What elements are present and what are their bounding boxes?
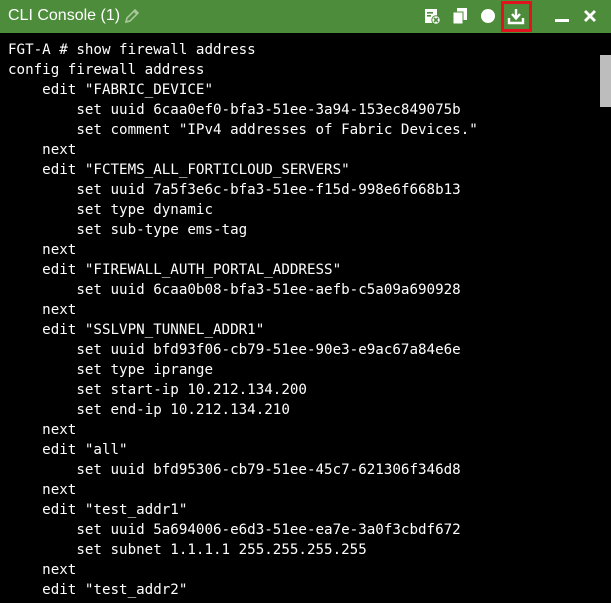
console-line: set end-ip 10.212.134.210 bbox=[8, 402, 290, 418]
console-line: next bbox=[8, 482, 77, 498]
minimize-icon[interactable] bbox=[553, 7, 571, 25]
clear-console-icon[interactable] bbox=[423, 7, 441, 25]
console-line: set uuid 6caa0b08-bfa3-51ee-aefb-c5a09a6… bbox=[8, 282, 461, 298]
console-lines: FGT-A # show firewall address config fire… bbox=[8, 40, 478, 600]
console-line: set uuid 6caa0ef0-bfa3-51ee-3a94-153ec84… bbox=[8, 102, 461, 118]
console-line: set uuid bfd93f06-cb79-51ee-90e3-e9ac67a… bbox=[8, 342, 461, 358]
console-line: edit "test_addr2" bbox=[8, 582, 188, 598]
console-line: set comment "IPv4 addresses of Fabric De… bbox=[8, 122, 478, 138]
console-line: next bbox=[8, 422, 77, 438]
console-line: set uuid 7a5f3e6c-bfa3-51ee-f15d-998e6f6… bbox=[8, 182, 461, 198]
console-line: edit "SSLVPN_TUNNEL_ADDR1" bbox=[8, 322, 265, 338]
console-line: edit "test_addr1" bbox=[8, 502, 188, 518]
edit-pencil-icon[interactable] bbox=[123, 7, 141, 25]
console-line: set sub-type ems-tag bbox=[8, 222, 248, 238]
close-icon[interactable] bbox=[581, 7, 599, 25]
console-output[interactable]: FGT-A # show firewall address config fire… bbox=[0, 33, 611, 603]
console-line: next bbox=[8, 142, 77, 158]
console-line: set start-ip 10.212.134.200 bbox=[8, 382, 307, 398]
scrollbar[interactable] bbox=[599, 33, 611, 603]
circle-icon[interactable] bbox=[479, 7, 497, 25]
console-line: set uuid bfd95306-cb79-51ee-45c7-621306f… bbox=[8, 462, 461, 478]
console-line: FGT-A # show firewall address bbox=[8, 42, 256, 58]
console-line: config firewall address bbox=[8, 62, 205, 78]
scrollbar-thumb[interactable] bbox=[600, 55, 611, 107]
console-line: edit "FCTEMS_ALL_FORTICLOUD_SERVERS" bbox=[8, 162, 350, 178]
cli-console-window: CLI Console (1) FGT-A # show firewall ad… bbox=[0, 0, 611, 603]
console-line: edit "all" bbox=[8, 442, 128, 458]
copy-icon[interactable] bbox=[451, 7, 469, 25]
console-line: set type iprange bbox=[8, 362, 213, 378]
window-title: CLI Console (1) bbox=[8, 7, 121, 24]
titlebar: CLI Console (1) bbox=[0, 0, 611, 33]
console-line: next bbox=[8, 242, 77, 258]
console-line: set subnet 1.1.1.1 255.255.255.255 bbox=[8, 542, 367, 558]
console-line: set uuid 5a694006-e6d3-51ee-ea7e-3a0f3cb… bbox=[8, 522, 461, 538]
download-highlight-box bbox=[501, 1, 532, 32]
console-line: next bbox=[8, 562, 77, 578]
console-line: set type dynamic bbox=[8, 202, 213, 218]
console-line: edit "FIREWALL_AUTH_PORTAL_ADDRESS" bbox=[8, 262, 342, 278]
console-line: edit "FABRIC_DEVICE" bbox=[8, 82, 213, 98]
console-line: next bbox=[8, 302, 77, 318]
